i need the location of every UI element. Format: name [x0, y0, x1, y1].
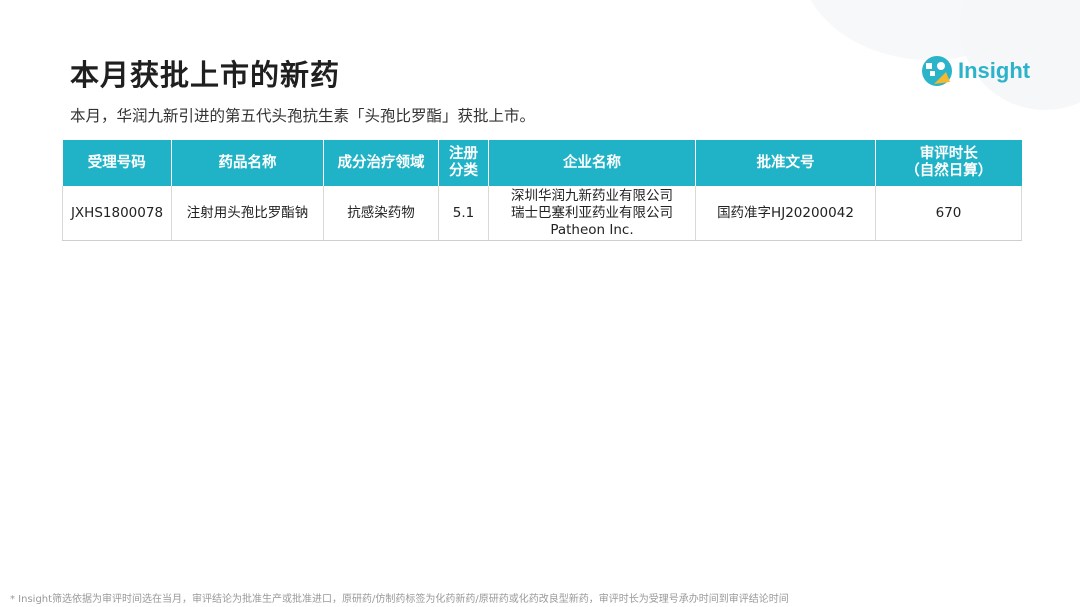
- drug-approval-table: 受理号码 药品名称 成分治疗领域 注册 分类 企业名称 批准文号 审评时长 （自然日算） JXH…: [62, 140, 1022, 241]
- cell-text: 瑞士巴塞利亚药业有限公司: [511, 204, 673, 221]
- cell-text: 5.1: [452, 204, 475, 221]
- cell-acceptance-no: JXHS1800078: [62, 186, 172, 241]
- insight-logo-icon: [922, 56, 952, 86]
- page-subtitle: 本月，华润九新引进的第五代头孢抗生素「头孢比罗酯」获批上市。: [70, 107, 536, 125]
- cell-therapeutic-area: 抗感染药物: [323, 186, 439, 241]
- cell-text: 注射用头孢比罗酯钠: [186, 204, 309, 221]
- header-label: 审评时长: [919, 146, 978, 162]
- header-review-duration: 审评时长 （自然日算）: [875, 140, 1022, 186]
- table-header-row: 受理号码 药品名称 成分治疗领域 注册 分类 企业名称 批准文号 审评时长 （自然日算）: [62, 140, 1022, 186]
- header-therapeutic-area: 成分治疗领域: [323, 140, 439, 186]
- header-registration-class: 注册 分类: [438, 140, 489, 186]
- cell-company-name: 深圳华润九新药业有限公司 瑞士巴塞利亚药业有限公司 Patheon Inc.: [488, 186, 696, 241]
- cell-review-duration: 670: [875, 186, 1022, 241]
- page-title: 本月获批上市的新药: [70, 58, 341, 92]
- header-label: （自然日算）: [905, 163, 993, 179]
- cell-text: 国药准字HJ20200042: [717, 204, 854, 221]
- cell-text: 深圳华润九新药业有限公司: [511, 187, 673, 204]
- header-label: 药品名称: [218, 154, 277, 171]
- header-acceptance-no: 受理号码: [62, 140, 172, 186]
- cell-text: 670: [935, 204, 962, 221]
- header-label: 受理号码: [87, 154, 146, 171]
- cell-drug-name: 注射用头孢比罗酯钠: [171, 186, 324, 241]
- logo-text: Insight: [958, 58, 1031, 83]
- header-label: 注册: [449, 146, 478, 162]
- cell-approval-no: 国药准字HJ20200042: [695, 186, 876, 241]
- header-company-name: 企业名称: [488, 140, 696, 186]
- header-approval-no: 批准文号: [695, 140, 876, 186]
- header-label: 企业名称: [563, 154, 621, 171]
- header-label: 成分治疗领域: [337, 154, 425, 171]
- table-row: JXHS1800078 注射用头孢比罗酯钠 抗感染药物 5.1 深圳华润九新药业有限公司…: [62, 186, 1022, 241]
- cell-text: 抗感染药物: [347, 204, 415, 221]
- cell-registration-class: 5.1: [438, 186, 489, 241]
- header-label: 批准文号: [756, 154, 815, 171]
- insight-logo: Insight: [920, 54, 1030, 88]
- header-drug-name: 药品名称: [171, 140, 324, 186]
- header-label: 分类: [449, 163, 478, 179]
- footnote: * Insight筛选依据为审评时间选在当月，审评结论为批准生产或批准进口，原研…: [10, 594, 789, 605]
- cell-text: JXHS1800078: [70, 204, 164, 221]
- table-body: JXHS1800078 注射用头孢比罗酯钠 抗感染药物 5.1 深圳华润九新药业有限公司…: [62, 186, 1022, 241]
- cell-text: Patheon Inc.: [550, 221, 634, 238]
